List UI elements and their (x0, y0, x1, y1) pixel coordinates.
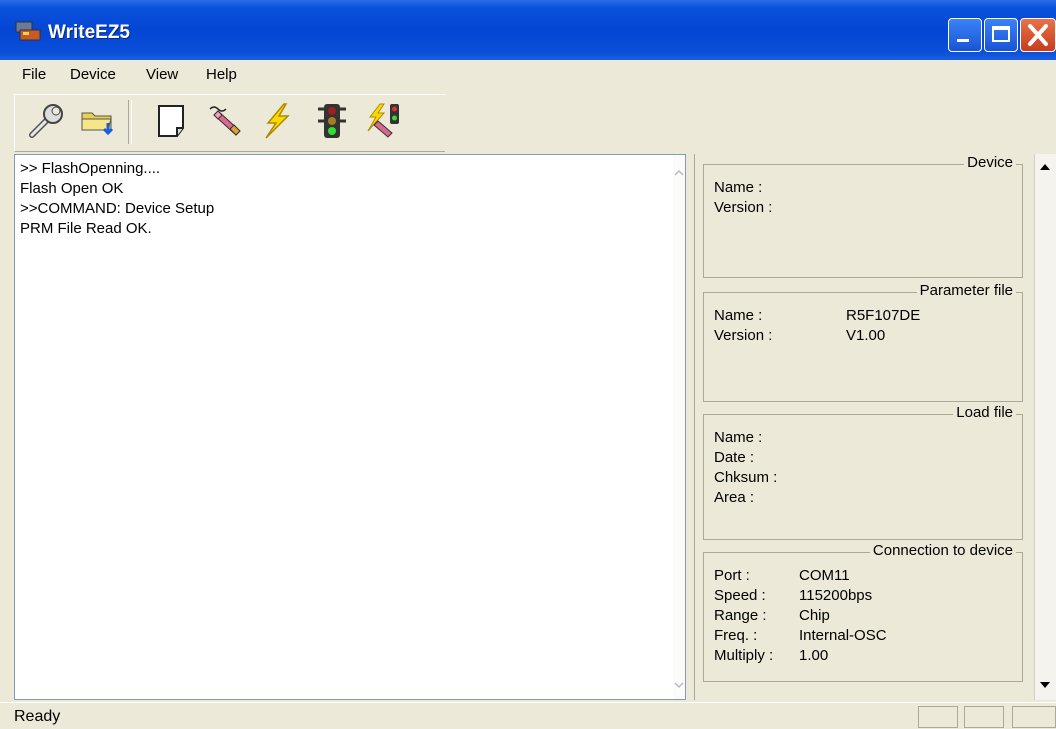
speed-label: Speed : (714, 587, 766, 604)
load-name-label: Name : (714, 429, 763, 446)
load-file-group-title: Load file (953, 404, 1016, 421)
lightning-icon (265, 103, 290, 139)
window-title: WriteEZ5 (48, 22, 131, 43)
wrench-icon (29, 104, 63, 138)
load-file-button[interactable] (76, 98, 120, 144)
range-label: Range : (714, 607, 767, 624)
info-panel: Device Name : Version : Parameter file N… (694, 154, 1056, 700)
status-text: Ready (14, 708, 61, 725)
menu-device[interactable]: Device (70, 66, 116, 83)
parameter-file-group-title: Parameter file (916, 282, 1016, 299)
title-bar[interactable]: WriteEZ5 (0, 0, 1056, 60)
parameter-version-label: Version : (714, 327, 773, 344)
parameter-name-label: Name : (714, 307, 763, 324)
connection-group: Connection to device Port : COM11 Speed … (703, 542, 1023, 682)
parameter-name-value: R5F107DE (846, 307, 921, 324)
eraser-icon (209, 106, 241, 136)
log-line: >>COMMAND: Device Setup (20, 200, 215, 217)
scroll-down-button[interactable] (1036, 674, 1054, 696)
toolbar-separator (128, 100, 132, 144)
speed-value: 115200bps (799, 587, 873, 604)
range-value: Chip (799, 607, 830, 624)
port-label: Port : (714, 567, 750, 584)
log-output-panel[interactable]: >> FlashOpenning.... Flash Open OK >>COM… (14, 154, 686, 700)
status-cell (918, 706, 958, 728)
info-panel-scrollbar[interactable] (1034, 154, 1056, 700)
autoprocedure-icon (367, 103, 399, 138)
chevron-up-icon (674, 169, 684, 176)
freq-value: Internal-OSC (799, 627, 887, 644)
close-button[interactable] (1020, 18, 1056, 52)
port-value: COM11 (799, 567, 850, 584)
device-setup-button[interactable] (24, 98, 68, 144)
maximize-button[interactable] (984, 18, 1018, 52)
log-scrollbar[interactable] (673, 155, 685, 699)
scroll-up-button[interactable] (1036, 156, 1054, 178)
device-name-label: Name : (714, 179, 763, 196)
device-group: Device Name : Version : (703, 154, 1023, 278)
log-line: Flash Open OK (20, 180, 124, 197)
menu-help[interactable]: Help (206, 66, 237, 83)
device-group-title: Device (964, 154, 1016, 171)
load-file-group: Load file Name : Date : Chksum : Area : (703, 404, 1023, 540)
traffic-light-icon (318, 104, 346, 138)
parameter-file-group: Parameter file Name : R5F107DE Version :… (703, 282, 1023, 402)
status-cell (1012, 706, 1056, 728)
load-date-label: Date : (714, 449, 755, 466)
multiply-label: Multiply : (714, 647, 774, 664)
parameter-version-value: V1.00 (846, 327, 886, 344)
device-version-label: Version : (714, 199, 773, 216)
blank-page-icon (158, 105, 184, 137)
traffic-light-button[interactable] (310, 98, 354, 144)
freq-label: Freq. : (714, 627, 758, 644)
log-line: >> FlashOpenning.... (20, 160, 161, 177)
auto-program-button[interactable] (362, 98, 406, 144)
multiply-value: 1.00 (799, 647, 829, 664)
minimize-icon (957, 39, 969, 42)
minimize-button[interactable] (948, 18, 982, 52)
load-area-label: Area : (714, 489, 755, 506)
maximize-icon (992, 26, 1010, 42)
chevron-down-icon (674, 682, 684, 689)
load-chksum-label: Chksum : (714, 469, 778, 486)
program-button[interactable] (254, 98, 298, 144)
status-bar (0, 702, 1056, 729)
folder-open-icon (81, 112, 114, 136)
new-file-button[interactable] (150, 98, 194, 144)
arrow-up-icon (1040, 164, 1050, 170)
app-icon (14, 20, 42, 42)
connection-group-title: Connection to device (869, 542, 1016, 559)
log-line: PRM File Read OK. (20, 220, 152, 237)
status-cell (964, 706, 1004, 728)
menu-file[interactable]: File (22, 66, 46, 83)
arrow-down-icon (1040, 682, 1050, 688)
menu-view[interactable]: View (146, 66, 178, 83)
erase-button[interactable] (202, 98, 246, 144)
close-icon (1028, 24, 1048, 46)
